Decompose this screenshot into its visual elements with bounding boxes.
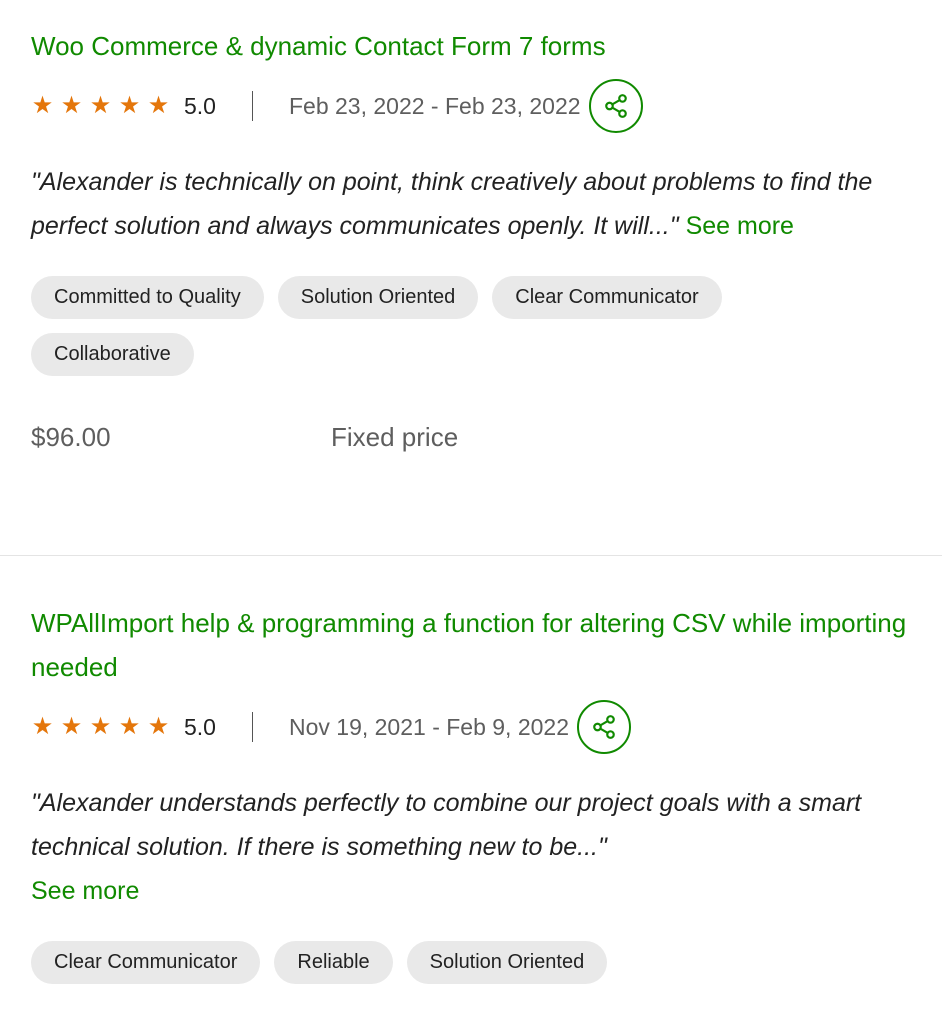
tag-chip: Solution Oriented: [406, 941, 608, 984]
share-icon: [593, 715, 615, 739]
skill-tags: Clear Communicator Reliable Solution Ori…: [31, 941, 831, 984]
star-icon: ★: [118, 92, 141, 119]
tag-chip: Reliable: [274, 941, 393, 984]
star-rating: ★ ★ ★ ★ ★: [31, 715, 170, 739]
tag-chip: Clear Communicator: [492, 276, 722, 319]
star-icon: ★: [31, 92, 54, 119]
star-icon: ★: [89, 92, 112, 119]
review-title-link[interactable]: Woo Commerce & dynamic Contact Form 7 fo…: [31, 24, 911, 68]
star-icon: ★: [60, 713, 83, 740]
review-meta: ★ ★ ★ ★ ★ 5.0 Feb 23, 2022 - Feb 23, 202…: [31, 76, 942, 136]
tag-chip: Solution Oriented: [277, 276, 479, 319]
star-icon: ★: [118, 713, 141, 740]
tag-chip: Collaborative: [31, 333, 194, 376]
star-icon: ★: [89, 713, 112, 740]
skill-tags: Committed to Quality Solution Oriented C…: [31, 276, 831, 376]
star-icon: ★: [60, 92, 83, 119]
share-button[interactable]: [588, 79, 643, 133]
contract-dates: Feb 23, 2022 - Feb 23, 2022: [288, 92, 581, 119]
star-icon: ★: [31, 713, 54, 740]
see-more-link[interactable]: See more: [686, 212, 794, 240]
review-separator: [0, 555, 942, 556]
tag-chip: Committed to Quality: [31, 276, 264, 319]
review-quote: "Alexander understands perfectly to comb…: [31, 781, 911, 913]
review-card: WPAllImport help & programming a functio…: [31, 601, 942, 984]
review-title-link[interactable]: WPAllImport help & programming a functio…: [31, 601, 911, 689]
divider: [251, 91, 253, 121]
quote-text: "Alexander understands perfectly to comb…: [31, 789, 862, 861]
review-meta: ★ ★ ★ ★ ★ 5.0 Nov 19, 2021 - Feb 9, 2022: [31, 697, 942, 757]
tag-chip: Clear Communicator: [31, 941, 261, 984]
star-icon: ★: [147, 92, 170, 119]
rating-value: 5.0: [184, 92, 216, 119]
divider: [251, 712, 253, 742]
star-icon: ★: [147, 713, 170, 740]
see-more-link[interactable]: See more: [31, 877, 139, 905]
contract-dates: Nov 19, 2021 - Feb 9, 2022: [288, 713, 570, 740]
price-row: $96.00 Fixed price: [31, 422, 942, 453]
share-button[interactable]: [577, 700, 632, 754]
price-type: Fixed price: [331, 422, 459, 452]
review-quote: "Alexander is technically on point, thin…: [31, 160, 911, 248]
star-rating: ★ ★ ★ ★ ★: [31, 94, 170, 118]
share-icon: [604, 94, 627, 118]
rating-value: 5.0: [184, 713, 216, 740]
price-amount: $96.00: [31, 422, 111, 452]
review-card: Woo Commerce & dynamic Contact Form 7 fo…: [31, 24, 942, 453]
